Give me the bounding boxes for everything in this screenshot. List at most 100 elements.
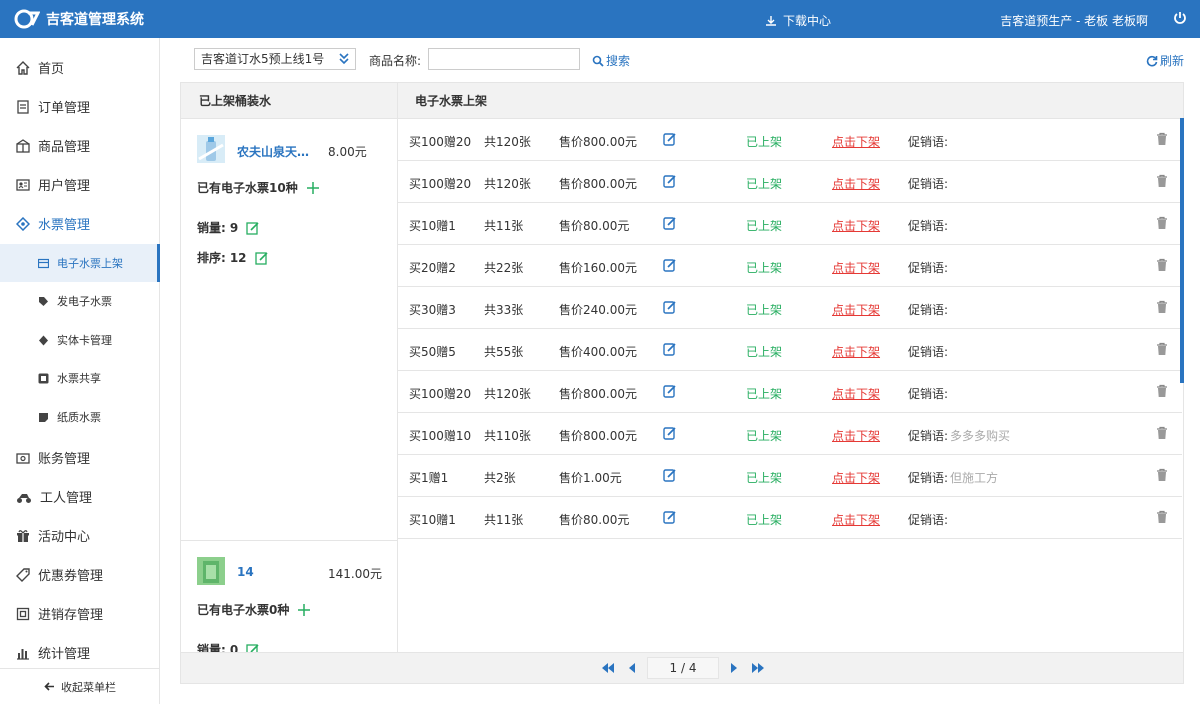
promo-label: 促销语: [908, 135, 949, 149]
search-icon [592, 55, 604, 67]
finance-icon [16, 452, 30, 464]
ticket-row: 买100赠20 共120张 售价800.00元 已上架 点击下架 促销语: [398, 119, 1182, 161]
product-name[interactable]: 农夫山泉天然... [237, 143, 321, 160]
edit-icon[interactable] [254, 251, 269, 265]
download-icon [766, 15, 776, 26]
download-center-button[interactable]: 下载中心 [765, 12, 831, 29]
sales-label: 销量: [197, 221, 226, 235]
sidebar-item-label: 商品管理 [38, 140, 91, 155]
promo-label: 促销语: [908, 219, 949, 233]
power-icon[interactable] [1172, 10, 1188, 26]
trash-icon[interactable] [1156, 216, 1168, 230]
edit-icon[interactable] [246, 221, 260, 235]
ticket-price: 售价800.00元 [559, 429, 637, 443]
scrollbar-thumb[interactable] [1180, 118, 1184, 383]
unlist-button[interactable]: 点击下架 [832, 469, 880, 486]
sort-line: 排序: 12 [197, 249, 269, 266]
product-name-label: 商品名称: [369, 54, 422, 68]
edit-icon[interactable] [663, 468, 677, 482]
last-page-icon[interactable] [751, 661, 765, 675]
first-page-icon[interactable] [601, 661, 615, 675]
edit-icon[interactable] [663, 510, 677, 524]
plus-icon[interactable] [297, 603, 311, 617]
sidebar-item-tickets[interactable]: 水票管理 [0, 204, 160, 243]
trash-icon[interactable] [1156, 132, 1168, 146]
product-card[interactable]: 14 141.00元 已有电子水票0种 销量: 0 [181, 541, 398, 655]
sidebar-item-label: 活动中心 [38, 530, 91, 545]
ticket-rule: 买100赠20 [409, 135, 472, 149]
sidebar-item-finance[interactable]: 账务管理 [0, 438, 160, 477]
sidebar-item-statistics[interactable]: 统计管理 [0, 633, 160, 672]
sidebar-item-coupons[interactable]: 优惠券管理 [0, 555, 160, 594]
ticket-row: 买50赠5 共55张 售价400.00元 已上架 点击下架 促销语: [398, 329, 1182, 371]
trash-icon[interactable] [1156, 174, 1168, 188]
sidebar-subitem-label: 电子水票上架 [57, 257, 123, 270]
sidebar-subitem-e-ticket-listing[interactable]: 电子水票上架 [0, 244, 160, 282]
sidebar-item-activities[interactable]: 活动中心 [0, 516, 160, 555]
sidebar-item-orders[interactable]: 订单管理 [0, 87, 160, 126]
status-badge: 已上架 [746, 471, 783, 485]
edit-icon[interactable] [663, 300, 677, 314]
promo-label: 促销语: [908, 513, 949, 527]
app-logo[interactable]: 吉客道管理系统 [14, 8, 144, 30]
refresh-button[interactable]: 刷新 [1146, 52, 1184, 69]
unlist-button[interactable]: 点击下架 [832, 259, 880, 276]
collapse-menu-label: 收起菜单栏 [61, 680, 116, 694]
sidebar-subitem-issue-e-ticket[interactable]: 发电子水票 [0, 282, 160, 320]
trash-icon[interactable] [1156, 384, 1168, 398]
unlist-button[interactable]: 点击下架 [832, 133, 880, 150]
edit-icon[interactable] [663, 342, 677, 356]
trash-icon[interactable] [1156, 300, 1168, 314]
product-price: 8.00元 [328, 145, 367, 159]
trash-icon[interactable] [1156, 342, 1168, 356]
sort-label: 排序: [197, 251, 226, 265]
prev-page-icon[interactable] [625, 661, 639, 675]
ticket-row: 买30赠3 共33张 售价240.00元 已上架 点击下架 促销语: [398, 287, 1182, 329]
edit-icon[interactable] [663, 384, 677, 398]
sidebar-item-workers[interactable]: 工人管理 [0, 477, 160, 516]
store-select[interactable]: 吉客道订水5预上线1号 [194, 48, 356, 70]
edit-icon[interactable] [663, 132, 677, 146]
unlist-button[interactable]: 点击下架 [832, 175, 880, 192]
unlist-button[interactable]: 点击下架 [832, 343, 880, 360]
sales-value: 9 [229, 220, 239, 235]
tag-icon [39, 296, 48, 306]
unlist-button[interactable]: 点击下架 [832, 385, 880, 402]
sidebar-subitem-paper-ticket[interactable]: 纸质水票 [0, 398, 160, 436]
page-indicator[interactable]: 1 / 4 [647, 657, 719, 679]
trash-icon[interactable] [1156, 468, 1168, 482]
trash-icon[interactable] [1156, 426, 1168, 440]
collapse-menu-button[interactable]: 收起菜单栏 [0, 668, 160, 704]
ticket-total: 共22张 [484, 261, 524, 275]
unlist-button[interactable]: 点击下架 [832, 511, 880, 528]
sidebar-item-home[interactable]: 首页 [0, 48, 160, 87]
edit-icon[interactable] [663, 216, 677, 230]
chart-icon [17, 648, 29, 660]
toolbar: 吉客道订水5预上线1号 商品名称: 搜索 刷新 [160, 38, 1200, 82]
sidebar-item-users[interactable]: 用户管理 [0, 165, 160, 204]
product-name[interactable]: 14 [237, 565, 254, 579]
sidebar-subitem-ticket-share[interactable]: 水票共享 [0, 359, 160, 397]
user-info[interactable]: 吉客道预生产 - 老板 老板啊 [1000, 12, 1148, 29]
trash-icon[interactable] [1156, 258, 1168, 272]
trash-icon[interactable] [1156, 510, 1168, 524]
ticket-total: 共2张 [484, 471, 516, 485]
product-name-input[interactable] [428, 48, 580, 70]
sidebar-subitem-label: 纸质水票 [57, 411, 101, 424]
search-button[interactable]: 搜索 [592, 52, 630, 69]
edit-icon[interactable] [663, 258, 677, 272]
sidebar-subitem-physical-card[interactable]: 实体卡管理 [0, 321, 160, 359]
ticket-count-line: 已有电子水票10种 [197, 179, 320, 196]
sidebar-item-inventory[interactable]: 进销存管理 [0, 594, 160, 633]
unlist-button[interactable]: 点击下架 [832, 301, 880, 318]
edit-icon[interactable] [663, 174, 677, 188]
home-icon [16, 60, 30, 75]
plus-icon[interactable] [306, 181, 320, 195]
unlist-button[interactable]: 点击下架 [832, 427, 880, 444]
ticket-price: 售价160.00元 [559, 261, 637, 275]
unlist-button[interactable]: 点击下架 [832, 217, 880, 234]
sidebar-item-goods[interactable]: 商品管理 [0, 126, 160, 165]
promo-text: 促销语: [908, 175, 950, 192]
edit-icon[interactable] [663, 426, 677, 440]
next-page-icon[interactable] [727, 661, 741, 675]
